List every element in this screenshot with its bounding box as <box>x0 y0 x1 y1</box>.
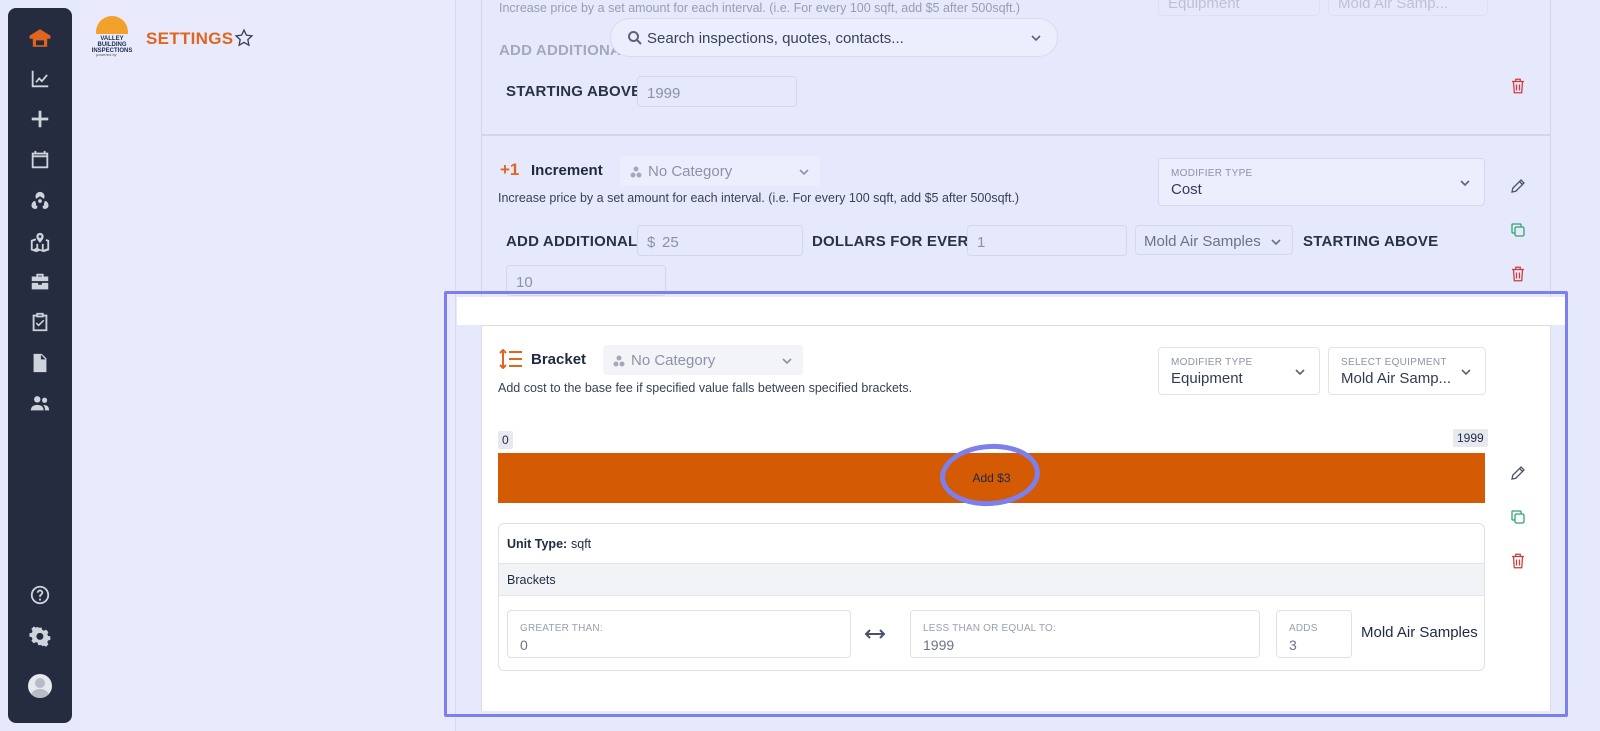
analytics-icon[interactable] <box>28 67 52 91</box>
increment-amount-input[interactable]: $ 25 <box>637 225 803 256</box>
modifier-type-label: MODIFIER TYPE <box>1171 168 1253 179</box>
less-than-input[interactable]: LESS THAN OR EQUAL TO: 1999 <box>910 610 1260 658</box>
starting-above-label: STARTING ABOVE <box>1303 233 1439 250</box>
calendar-icon[interactable] <box>28 148 52 172</box>
add-icon[interactable] <box>28 107 52 131</box>
top-card-equipment-select[interactable]: Mold Air Samp... <box>1328 0 1488 16</box>
search-icon <box>627 30 643 46</box>
help-icon[interactable] <box>28 583 52 607</box>
increment-copy-icon[interactable] <box>1509 221 1529 241</box>
brand-logo[interactable]: VALLEY BUILDING INSPECTIONS powered by <box>88 16 136 60</box>
greater-than-label: GREATER THAN: <box>520 623 603 634</box>
unit-type-label: Unit Type: <box>507 537 568 551</box>
range-bar-text: Add $3 <box>972 471 1011 485</box>
bracket-description: Add cost to the base fee if specified va… <box>498 381 913 395</box>
map-icon[interactable] <box>28 230 52 254</box>
bracket-details-box: Unit Type: sqft Brackets GREATER THAN: 0… <box>498 523 1485 671</box>
global-search[interactable] <box>610 18 1058 57</box>
modifier-type-label: MODIFIER TYPE <box>1171 357 1253 368</box>
bracket-copy-icon[interactable] <box>1509 508 1529 528</box>
less-than-label: LESS THAN OR EQUAL TO: <box>923 623 1056 634</box>
greater-than-input[interactable]: GREATER THAN: 0 <box>507 610 851 658</box>
increment-description: Increase price by a set amount for each … <box>498 191 1020 205</box>
increment-equipment-select[interactable]: Mold Air Samples <box>1135 225 1293 255</box>
modifier-type-value: Cost <box>1171 181 1202 198</box>
increment-category-value: No Category <box>648 163 733 180</box>
checklist-icon[interactable] <box>28 310 52 334</box>
increment-starting-above-input[interactable]: 10 <box>506 265 666 296</box>
top-card-modifier-select[interactable]: Equipment <box>1158 0 1320 16</box>
sun-logo-icon <box>96 16 128 34</box>
select-equipment-value: Mold Air Samp... <box>1341 370 1452 387</box>
increment-category-select[interactable]: No Category <box>620 156 820 186</box>
category-icon <box>630 165 642 178</box>
top-card-starting-above-label: STARTING ABOVE <box>506 83 642 100</box>
less-than-value: 1999 <box>923 637 955 653</box>
range-arrow-icon <box>863 624 887 644</box>
bracket-equipment-name: Mold Air Samples <box>1361 624 1478 641</box>
brand-line1: VALLEY BUILDING <box>97 36 127 48</box>
bracket-modifier-type-select[interactable]: MODIFIER TYPE Equipment <box>1158 347 1320 395</box>
top-card-starting-above-input[interactable]: 1999 <box>637 76 797 107</box>
bracket-range-bar[interactable]: Add $3 <box>498 453 1485 503</box>
bracket-category-value: No Category <box>631 352 716 369</box>
unit-type-row: Unit Type: sqft <box>499 524 1484 564</box>
increment-title: Increment <box>531 162 603 179</box>
category-icon <box>613 354 625 367</box>
document-icon[interactable] <box>28 351 52 375</box>
bracket-icon <box>499 348 523 370</box>
favorite-star-icon[interactable] <box>234 28 254 48</box>
bracket-edit-icon[interactable] <box>1509 464 1529 484</box>
chevron-down-icon <box>1459 365 1473 379</box>
add-additional-label: ADD ADDITIONAL <box>506 233 638 250</box>
bracket-title: Bracket <box>531 351 587 368</box>
modifier-type-value: Equipment <box>1171 370 1243 387</box>
select-equipment-label: SELECT EQUIPMENT <box>1341 357 1447 368</box>
range-min-label: 0 <box>498 431 513 449</box>
chevron-down-icon <box>781 354 793 366</box>
bracket-select-equipment[interactable]: SELECT EQUIPMENT Mold Air Samp... <box>1328 347 1486 395</box>
increment-interval-input[interactable]: 1 <box>967 225 1127 256</box>
top-card-description: Increase price by a set amount for each … <box>499 1 1021 15</box>
bracket-delete-icon[interactable] <box>1509 552 1529 572</box>
currency-symbol: $ <box>647 234 656 251</box>
search-input[interactable] <box>647 27 1007 49</box>
increment-delete-icon[interactable] <box>1509 265 1529 285</box>
left-panel <box>80 0 456 731</box>
brand-sub: powered by <box>96 52 117 57</box>
increment-icon: +1 <box>500 160 520 179</box>
increment-modifier-type-select[interactable]: MODIFIER TYPE Cost <box>1158 158 1485 206</box>
search-chevron-down-icon[interactable] <box>1029 31 1043 45</box>
sidebar <box>8 8 72 723</box>
adds-value: 3 <box>1289 637 1297 653</box>
page-title: SETTINGS <box>146 29 234 48</box>
briefcase-icon[interactable] <box>28 270 52 294</box>
users-icon[interactable] <box>28 391 52 415</box>
chevron-down-icon <box>1458 176 1472 190</box>
avatar[interactable] <box>28 674 52 698</box>
amount-value: 25 <box>662 234 679 251</box>
bracket-divider <box>481 325 1551 326</box>
increment-edit-icon[interactable] <box>1509 177 1529 197</box>
brackets-header-row: Brackets <box>499 564 1484 596</box>
range-max-label: 1999 <box>1453 429 1488 447</box>
chevron-down-icon <box>1270 235 1282 247</box>
unit-type-value: sqft <box>571 537 592 551</box>
radiation-icon[interactable] <box>28 189 52 213</box>
bracket-card-spacer <box>457 297 1567 325</box>
bracket-category-select[interactable]: No Category <box>603 345 803 375</box>
chevron-down-icon <box>1293 365 1307 379</box>
adds-input[interactable]: ADDS 3 <box>1276 610 1352 658</box>
brackets-label: Brackets <box>507 573 556 587</box>
settings-gear-icon[interactable] <box>28 624 52 648</box>
top-card-delete-icon[interactable] <box>1509 77 1529 97</box>
dollars-for-every-label: DOLLARS FOR EVERY <box>812 233 979 250</box>
home-logo-icon[interactable] <box>28 26 52 50</box>
adds-label: ADDS <box>1289 623 1318 634</box>
greater-than-value: 0 <box>520 637 528 653</box>
equipment-value: Mold Air Samples <box>1144 233 1261 250</box>
chevron-down-icon <box>798 165 810 177</box>
